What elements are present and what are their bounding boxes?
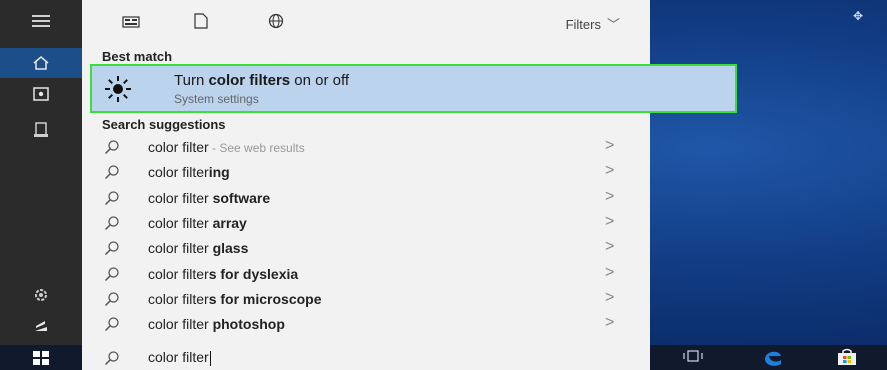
best-match-title: Turn color filters on or off [174,72,349,89]
home-icon[interactable] [0,48,82,78]
suggestion-bold: glass [212,240,249,257]
search-icon [104,216,119,230]
chevron-right-icon[interactable]: > [605,314,614,332]
brightness-icon [105,76,131,102]
search-suggestions-heading: Search suggestions [102,117,226,132]
suggestion-prefix: color filter [148,214,213,231]
chevron-right-icon[interactable]: > [605,289,614,307]
settings-app-icon[interactable] [0,79,82,109]
suggestion-row[interactable]: color filter - See web results > [82,134,650,159]
suggestion-prefix: color filter [148,265,209,282]
suggestion-text: color filters for microscope [148,291,322,307]
suggestion-prefix: color filter [148,164,209,181]
chevron-right-icon[interactable]: > [605,162,614,180]
suggestion-row[interactable]: color filter array > [82,210,650,235]
text-caret [209,350,211,366]
search-icon [104,165,119,180]
suggestion-text: color filter array [148,215,247,231]
suggestion-text: color filter software [148,190,270,206]
apps-icon[interactable] [122,15,140,33]
taskbar: color filter [0,345,887,370]
chevron-right-icon[interactable]: > [605,238,614,256]
search-query-text: color filter [148,349,209,365]
gear-icon[interactable] [0,280,82,310]
store-icon[interactable] [837,348,857,369]
suggestion-text: color filter - See web results [148,139,305,155]
best-match-heading: Best match [102,49,173,64]
chevron-right-icon[interactable]: > [605,188,614,206]
task-view-icon[interactable] [683,350,703,365]
search-results-panel: Filters ﹀ Best match Search suggestions c… [82,0,650,345]
suggestion-text: color filter glass [148,240,248,256]
suggestion-prefix: color filter [148,189,213,206]
chevron-down-icon: ﹀ [606,17,620,32]
suggestion-bold: s for microscope [208,290,322,307]
best-match-title-suffix: on or off [290,72,350,89]
suggestion-text: color filter photoshop [148,316,285,332]
best-match-title-bold: color filters [208,72,291,89]
chevron-right-icon[interactable]: > [605,264,614,282]
suggestion-prefix: color filter [148,316,213,333]
start-left-rail [0,0,82,345]
suggestion-row[interactable]: color filter software > [82,185,650,210]
web-icon[interactable] [268,13,284,34]
suggestion-bold: array [212,214,247,231]
suggestion-bold: software [212,189,271,206]
user-icon[interactable] [0,310,82,340]
documents-icon[interactable] [194,13,208,34]
suggestion-prefix: color filter [148,139,209,155]
suggestion-text: color filters for dyslexia [148,266,298,282]
document-icon[interactable] [0,115,82,145]
search-scope-bar: Filters ﹀ [82,0,650,44]
best-match-title-prefix: Turn [174,72,209,89]
suggestion-text: color filtering [148,164,230,180]
chevron-right-icon[interactable]: > [605,137,614,155]
search-icon [104,241,119,256]
best-match-item[interactable]: Turn color filters on or off System sett… [90,64,737,113]
suggestion-row[interactable]: color filter photoshop > [82,311,650,336]
search-icon [104,140,119,155]
search-icon [104,266,119,281]
search-icon [104,351,119,366]
hamburger-icon[interactable] [0,6,82,36]
suggestion-hint: - See web results [208,141,305,155]
chevron-right-icon[interactable]: > [605,213,614,231]
search-icon [104,292,119,306]
search-icon [104,190,119,205]
suggestion-bold: s for dyslexia [208,265,299,282]
search-box[interactable]: color filter [82,345,650,370]
suggestion-prefix: color filter [148,240,213,257]
search-icon [104,317,119,332]
filters-dropdown[interactable]: Filters ﹀ [566,14,620,33]
windows-start-icon[interactable] [0,345,82,370]
desktop-network-icon[interactable]: ✥ [845,8,871,24]
suggestion-row[interactable]: color filtering > [82,159,650,184]
suggestion-prefix: color filter [148,290,209,307]
suggestion-row[interactable]: color filters for microscope > [82,286,650,311]
suggestion-bold: ing [208,164,230,181]
suggestion-row[interactable]: color filter glass > [82,235,650,260]
filters-label: Filters [565,17,601,32]
suggestion-row[interactable]: color filters for dyslexia > [82,261,650,286]
edge-icon[interactable] [762,347,784,370]
best-match-subtitle: System settings [174,92,259,106]
search-input[interactable]: color filter [148,349,211,366]
suggestion-bold: photoshop [212,316,285,333]
